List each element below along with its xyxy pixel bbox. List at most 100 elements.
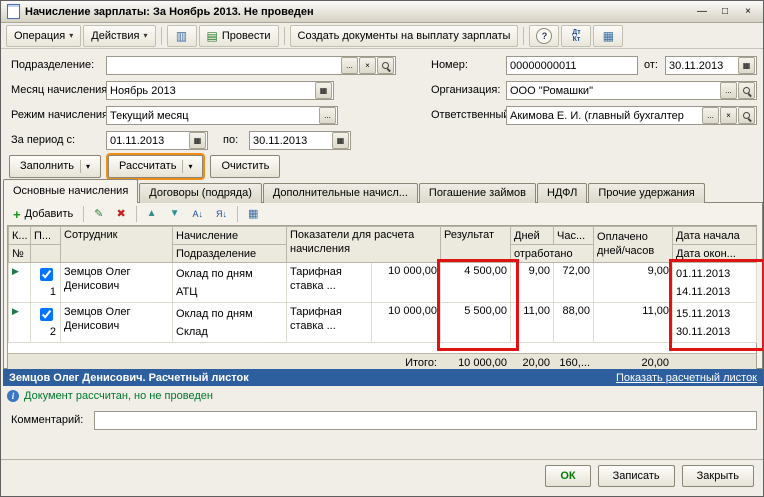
table-row[interactable]: ▶ 2 Земцов Олег Денисович Оклад по дням … (8, 302, 758, 343)
month-calendar-button[interactable]: ▦ (315, 82, 332, 99)
responsible-open-button[interactable] (738, 107, 755, 124)
help-icon: ? (536, 27, 553, 44)
show-postings-button[interactable]: Дт Кт (561, 24, 592, 47)
mode-input[interactable] (107, 107, 319, 124)
cell-result[interactable]: 4 500,00 (440, 262, 512, 303)
cell-accrual-department[interactable]: Оклад по дням Склад (172, 302, 287, 343)
maximize-button[interactable]: □ (716, 4, 734, 19)
cell-indicator-name[interactable]: Тарифная ставка ... (286, 262, 372, 303)
cell-dates[interactable]: 15.11.2013 30.11.2013 (672, 302, 758, 343)
calculate-button[interactable]: Рассчитать ▾ (108, 154, 204, 178)
header-days[interactable]: Дней (510, 226, 555, 245)
header-hours[interactable]: Час... (553, 226, 595, 245)
cell-paid[interactable]: 11,00 (593, 302, 674, 343)
cell-indicator-value[interactable]: 10 000,00 (370, 262, 442, 303)
period-to-calendar-button[interactable]: ▦ (332, 132, 349, 149)
grid-empty-area[interactable] (8, 343, 756, 353)
create-payment-docs-button[interactable]: Создать документы на выплату зарплаты (289, 24, 519, 47)
header-employee[interactable]: Сотрудник (60, 226, 173, 263)
organization-select-button[interactable]: ... (720, 82, 737, 99)
header-date-end[interactable]: Дата окон... (672, 244, 758, 263)
delete-row-button[interactable]: ✖ (111, 204, 130, 224)
number-input[interactable] (507, 57, 637, 74)
minimize-button[interactable]: — (693, 4, 711, 19)
payslip-status-text: Земцов Олег Денисович. Расчетный листок (9, 371, 249, 384)
show-payslip-link[interactable]: Показать расчетный листок (616, 372, 757, 384)
tab-loan-repayment[interactable]: Погашение займов (418, 183, 536, 203)
operation-menu-button[interactable]: Операция ▾ (6, 24, 82, 47)
fill-button[interactable]: Заполнить ▾ (9, 154, 102, 178)
row-selected-checkbox[interactable] (39, 308, 53, 321)
department-select-button[interactable]: ... (341, 57, 358, 74)
department-input[interactable] (107, 57, 341, 74)
header-marker[interactable]: К... (8, 226, 31, 245)
cell-hours[interactable]: 72,00 (553, 262, 595, 303)
cell-employee[interactable]: Земцов Олег Денисович (60, 302, 173, 343)
calculate-label: Рассчитать (119, 160, 177, 172)
date-end-value: 14.11.2013 (676, 286, 731, 298)
header-result[interactable]: Результат (440, 226, 512, 263)
actions-label: Действия (91, 29, 140, 42)
tab-ndfl[interactable]: НДФЛ (536, 183, 588, 203)
cell-indicator-value[interactable]: 10 000,00 (370, 302, 442, 343)
doc-date-input[interactable] (666, 57, 738, 74)
period-from-input[interactable] (107, 132, 189, 149)
comment-input[interactable] (95, 412, 756, 429)
save-button[interactable]: Записать (597, 464, 675, 487)
cell-days[interactable]: 9,00 (510, 262, 555, 303)
chevron-down-icon: ▾ (143, 31, 148, 40)
header-department[interactable]: Подразделение (172, 244, 287, 263)
mode-select-button[interactable]: ... (319, 107, 336, 124)
move-down-button[interactable]: ▼ (165, 204, 185, 224)
journal-button[interactable]: ▥ (166, 24, 197, 47)
cell-dates[interactable]: 01.11.2013 14.11.2013 (672, 262, 758, 303)
cell-days[interactable]: 11,00 (510, 302, 555, 343)
period-from-calendar-button[interactable]: ▦ (189, 132, 206, 149)
period-to-input[interactable] (250, 132, 332, 149)
row-selected-checkbox[interactable] (39, 268, 53, 281)
header-worked[interactable]: отработано (510, 244, 595, 263)
tab-other-deductions[interactable]: Прочие удержания (588, 183, 705, 203)
organization-input[interactable] (507, 82, 720, 99)
clear-button[interactable]: Очистить (210, 154, 281, 178)
close-button[interactable]: × (739, 4, 757, 19)
table-row[interactable]: ▶ 1 Земцов Олег Денисович Оклад по дням … (8, 262, 758, 303)
sort-asc-button[interactable]: А↓ (187, 204, 208, 224)
department-clear-button[interactable]: × (359, 57, 376, 74)
cell-hours[interactable]: 88,00 (553, 302, 595, 343)
post-button[interactable]: ▤ Провести (198, 24, 279, 47)
close-window-button[interactable]: Закрыть (681, 464, 754, 487)
cell-indicator-name[interactable]: Тарифная ставка ... (286, 302, 372, 343)
tab-additional-accruals[interactable]: Дополнительные начисл... (262, 183, 418, 203)
header-date-start[interactable]: Дата начала (672, 226, 758, 245)
month-input[interactable] (107, 82, 315, 99)
sort-desc-button[interactable]: Я↓ (211, 204, 232, 224)
delete-icon: ✖ (116, 207, 126, 220)
add-row-button[interactable]: + Добавить (8, 204, 78, 224)
edit-row-button[interactable]: ✎ (89, 204, 108, 224)
help-button[interactable]: ? (529, 24, 560, 47)
cell-paid[interactable]: 9,00 (593, 262, 674, 303)
grid-settings-button[interactable]: ▦ (243, 204, 263, 224)
department-open-button[interactable] (377, 57, 394, 74)
actions-menu-button[interactable]: Действия ▾ (83, 24, 156, 47)
header-paid[interactable]: Оплачено дней/часов (593, 226, 674, 263)
header-accrual[interactable]: Начисление (172, 226, 287, 245)
header-indicators[interactable]: Показатели для расчета начисления (285, 226, 442, 263)
organization-open-button[interactable] (738, 82, 755, 99)
responsible-input[interactable] (507, 107, 702, 124)
responsible-select-button[interactable]: ... (702, 107, 719, 124)
cell-result[interactable]: 5 500,00 (440, 302, 512, 343)
cell-employee[interactable]: Земцов Олег Денисович (60, 262, 173, 303)
tab-contract-agreements[interactable]: Договоры (подряда) (139, 183, 262, 203)
reports-button[interactable]: ▦ (593, 24, 624, 47)
ok-button[interactable]: ОК (545, 464, 591, 487)
move-up-button[interactable]: ▲ (142, 204, 162, 224)
doc-date-calendar-button[interactable]: ▦ (738, 57, 755, 74)
header-checkbox[interactable]: П... (30, 226, 61, 245)
cell-accrual-department[interactable]: Оклад по дням АТЦ (172, 262, 287, 303)
calendar-icon: ▦ (319, 85, 328, 95)
responsible-clear-button[interactable]: × (720, 107, 737, 124)
header-row-number[interactable]: № (8, 244, 31, 263)
tab-main-accruals[interactable]: Основные начисления (3, 179, 139, 203)
